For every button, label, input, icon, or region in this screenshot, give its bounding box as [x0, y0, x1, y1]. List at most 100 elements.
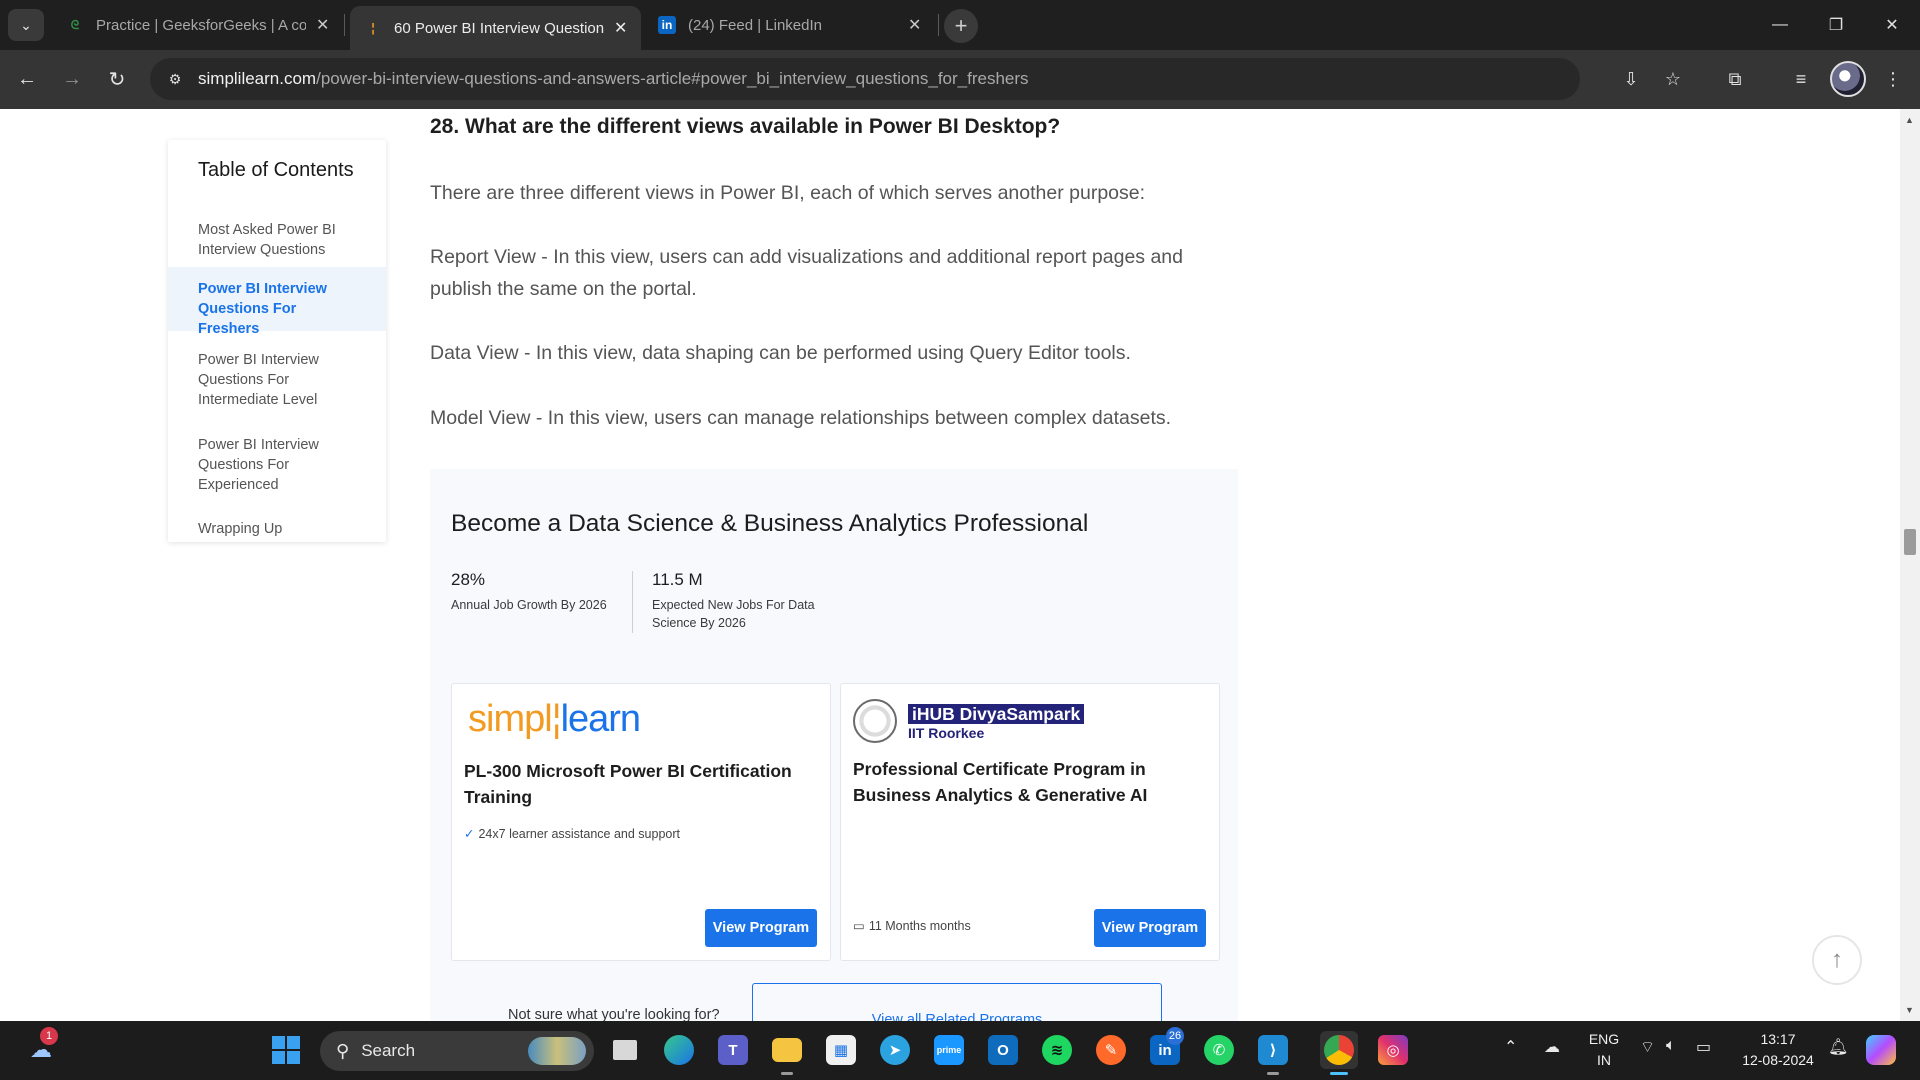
- instagram-icon[interactable]: ◎: [1374, 1031, 1412, 1069]
- tab-separator: [344, 14, 345, 36]
- tab-strip: ⌄ ᘓ Practice | GeeksforGeeks | A cor ✕ ¦…: [0, 0, 1920, 50]
- volume-icon[interactable]: 🔈︎: [1666, 1037, 1676, 1055]
- address-bar[interactable]: ⚙ simplilearn.com/power-bi-interview-que…: [150, 58, 1580, 100]
- simplilearn-icon: ¦: [371, 21, 375, 35]
- toc-item-freshers[interactable]: Power BI Interview Questions For Fresher…: [168, 267, 386, 337]
- ihub-logo-subtext: IIT Roorkee: [908, 725, 985, 741]
- program-duration: ▭ 11 Months months: [853, 919, 971, 933]
- prime-video-icon[interactable]: prime: [930, 1031, 968, 1069]
- forward-button[interactable]: →: [55, 62, 89, 96]
- tab-search-button[interactable]: ⌄: [8, 9, 44, 41]
- intro-paragraph: There are three different views in Power…: [430, 182, 1146, 204]
- scrollbar-thumb[interactable]: [1904, 529, 1916, 555]
- search-icon: ⚲: [336, 1040, 350, 1061]
- iit-roorkee-seal-icon: [853, 699, 897, 743]
- whatsapp-icon[interactable]: ✆: [1200, 1031, 1238, 1069]
- language-indicator[interactable]: ENG IN: [1584, 1029, 1624, 1071]
- toc-title: Table of Contents: [198, 159, 354, 181]
- model-view-paragraph: Model View - In this view, users can man…: [430, 407, 1172, 429]
- question-heading: 28. What are the different views availab…: [430, 115, 1061, 138]
- notification-badge: 26: [1166, 1027, 1184, 1045]
- menu-kebab-icon[interactable]: ⋮: [1876, 62, 1910, 96]
- report-view-paragraph: Report View - In this view, users can ad…: [430, 246, 1183, 300]
- battery-icon[interactable]: ▭: [1696, 1037, 1711, 1057]
- minimize-button[interactable]: —: [1752, 0, 1808, 50]
- stat-label-growth: Annual Job Growth By 2026: [451, 598, 607, 612]
- teams-icon[interactable]: T: [714, 1031, 752, 1069]
- windows-taskbar: ☁ 1 ⚲ Search T ▦ ➤ prime O ≋ ✎ in 26 ✆ ⟩…: [0, 1021, 1920, 1080]
- table-of-contents: Table of Contents Most Asked Power BI In…: [168, 140, 386, 542]
- telegram-icon[interactable]: ➤: [876, 1031, 914, 1069]
- back-button[interactable]: ←: [10, 62, 44, 96]
- toc-item-intermediate[interactable]: Power BI Interview Questions For Interme…: [168, 350, 386, 410]
- scroll-down-arrow-icon[interactable]: ▼: [1905, 1005, 1914, 1015]
- reload-button[interactable]: ↻: [100, 62, 134, 96]
- edge-browser-icon[interactable]: [660, 1031, 698, 1069]
- toc-item-experienced[interactable]: Power BI Interview Questions For Experie…: [168, 435, 386, 495]
- view-program-button[interactable]: View Program: [1094, 909, 1206, 947]
- onedrive-icon[interactable]: ☁: [1544, 1037, 1560, 1057]
- toc-item-wrapping-up[interactable]: Wrapping Up: [168, 519, 386, 539]
- ihub-logo-text: iHUB DivyaSampark: [908, 704, 1085, 724]
- program-card-power-bi[interactable]: simpl¦learn PL-300 Microsoft Power BI Ce…: [451, 683, 831, 961]
- linkedin-icon: in: [658, 16, 676, 34]
- restore-button[interactable]: ❐: [1808, 0, 1864, 50]
- profile-avatar[interactable]: [1830, 61, 1866, 97]
- outlook-icon[interactable]: O: [984, 1031, 1022, 1069]
- calendar-icon: ▭: [853, 919, 865, 933]
- page-scrollbar[interactable]: ▲ ▼: [1900, 109, 1920, 1021]
- view-program-button[interactable]: View Program: [705, 909, 817, 947]
- geeksforgeeks-icon: ᘓ: [70, 17, 80, 32]
- wifi-icon[interactable]: ⌔: [1640, 1037, 1655, 1057]
- scroll-to-top-button[interactable]: ↑: [1812, 935, 1862, 985]
- taskbar-search[interactable]: ⚲ Search: [320, 1031, 594, 1071]
- chrome-icon[interactable]: [1320, 1031, 1358, 1075]
- vscode-icon[interactable]: ⟩: [1254, 1031, 1292, 1075]
- linkedin-taskbar-icon[interactable]: in 26: [1146, 1027, 1184, 1069]
- spotify-icon[interactable]: ≋: [1038, 1031, 1076, 1069]
- close-tab-icon[interactable]: ✕: [316, 15, 329, 35]
- notification-badge: 1: [40, 1027, 58, 1045]
- windows-logo-icon: [272, 1036, 300, 1064]
- tab-linkedin[interactable]: in (24) Feed | LinkedIn ✕: [644, 6, 935, 44]
- browser-toolbar: ← → ↻ ⚙ simplilearn.com/power-bi-intervi…: [0, 50, 1920, 109]
- tab-geeksforgeeks[interactable]: ᘓ Practice | GeeksforGeeks | A cor ✕: [52, 6, 343, 44]
- new-tab-button[interactable]: +: [944, 9, 978, 43]
- media-controls-icon[interactable]: ≡: [1784, 62, 1818, 96]
- url-text[interactable]: simplilearn.com/power-bi-interview-quest…: [198, 69, 1029, 89]
- tab-power-bi-article[interactable]: ¦ 60 Power BI Interview Question ✕: [350, 6, 642, 50]
- program-title[interactable]: Professional Certificate Program in Busi…: [853, 756, 1193, 808]
- task-view-icon[interactable]: [606, 1031, 644, 1069]
- close-window-button[interactable]: ✕: [1864, 0, 1920, 50]
- data-view-paragraph: Data View - In this view, data shaping c…: [430, 342, 1131, 364]
- install-app-icon[interactable]: ⇩: [1614, 62, 1648, 96]
- notifications-bell-icon[interactable]: 🔔︎: [1828, 1037, 1848, 1057]
- program-title[interactable]: PL-300 Microsoft Power BI Certification …: [464, 758, 804, 810]
- start-button[interactable]: [267, 1031, 305, 1069]
- related-prompt-text: Not sure what you're looking for?: [508, 1007, 720, 1021]
- close-tab-icon[interactable]: ✕: [908, 15, 921, 35]
- stat-divider: [632, 571, 633, 633]
- weather-widget-icon[interactable]: ☁ 1: [22, 1027, 60, 1069]
- show-hidden-icons-chevron-icon[interactable]: ⌃: [1504, 1037, 1517, 1057]
- stat-value-jobs: 11.5 M: [652, 570, 703, 589]
- scroll-up-arrow-icon[interactable]: ▲: [1905, 115, 1914, 125]
- file-explorer-icon[interactable]: [768, 1031, 806, 1075]
- toc-item-most-asked[interactable]: Most Asked Power BI Interview Questions: [168, 220, 386, 260]
- stat-value-growth: 28%: [451, 570, 486, 589]
- bookmark-star-icon[interactable]: ☆: [1656, 62, 1690, 96]
- drawing-app-icon[interactable]: ✎: [1092, 1031, 1130, 1069]
- copilot-icon[interactable]: [1862, 1031, 1900, 1069]
- close-tab-icon[interactable]: ✕: [614, 18, 627, 38]
- page-viewport: Table of Contents Most Asked Power BI In…: [0, 109, 1920, 1021]
- site-info-icon[interactable]: ⚙: [164, 68, 186, 90]
- microsoft-store-icon[interactable]: ▦: [822, 1031, 860, 1069]
- stat-label-jobs: Expected New Jobs For Data Science By 20…: [652, 598, 815, 630]
- program-feature: ✓ 24x7 learner assistance and support: [464, 827, 680, 841]
- program-card-business-analytics[interactable]: iHUB DivyaSampark IIT Roorkee Profession…: [840, 683, 1220, 961]
- view-all-related-programs-button[interactable]: View all Related Programs: [752, 983, 1162, 1021]
- system-clock[interactable]: 13:17 12-08-2024: [1730, 1029, 1826, 1071]
- simplilearn-logo: simpl¦learn: [468, 698, 641, 740]
- promo-title: Become a Data Science & Business Analyti…: [451, 510, 1089, 537]
- extensions-icon[interactable]: ⧉: [1718, 62, 1752, 96]
